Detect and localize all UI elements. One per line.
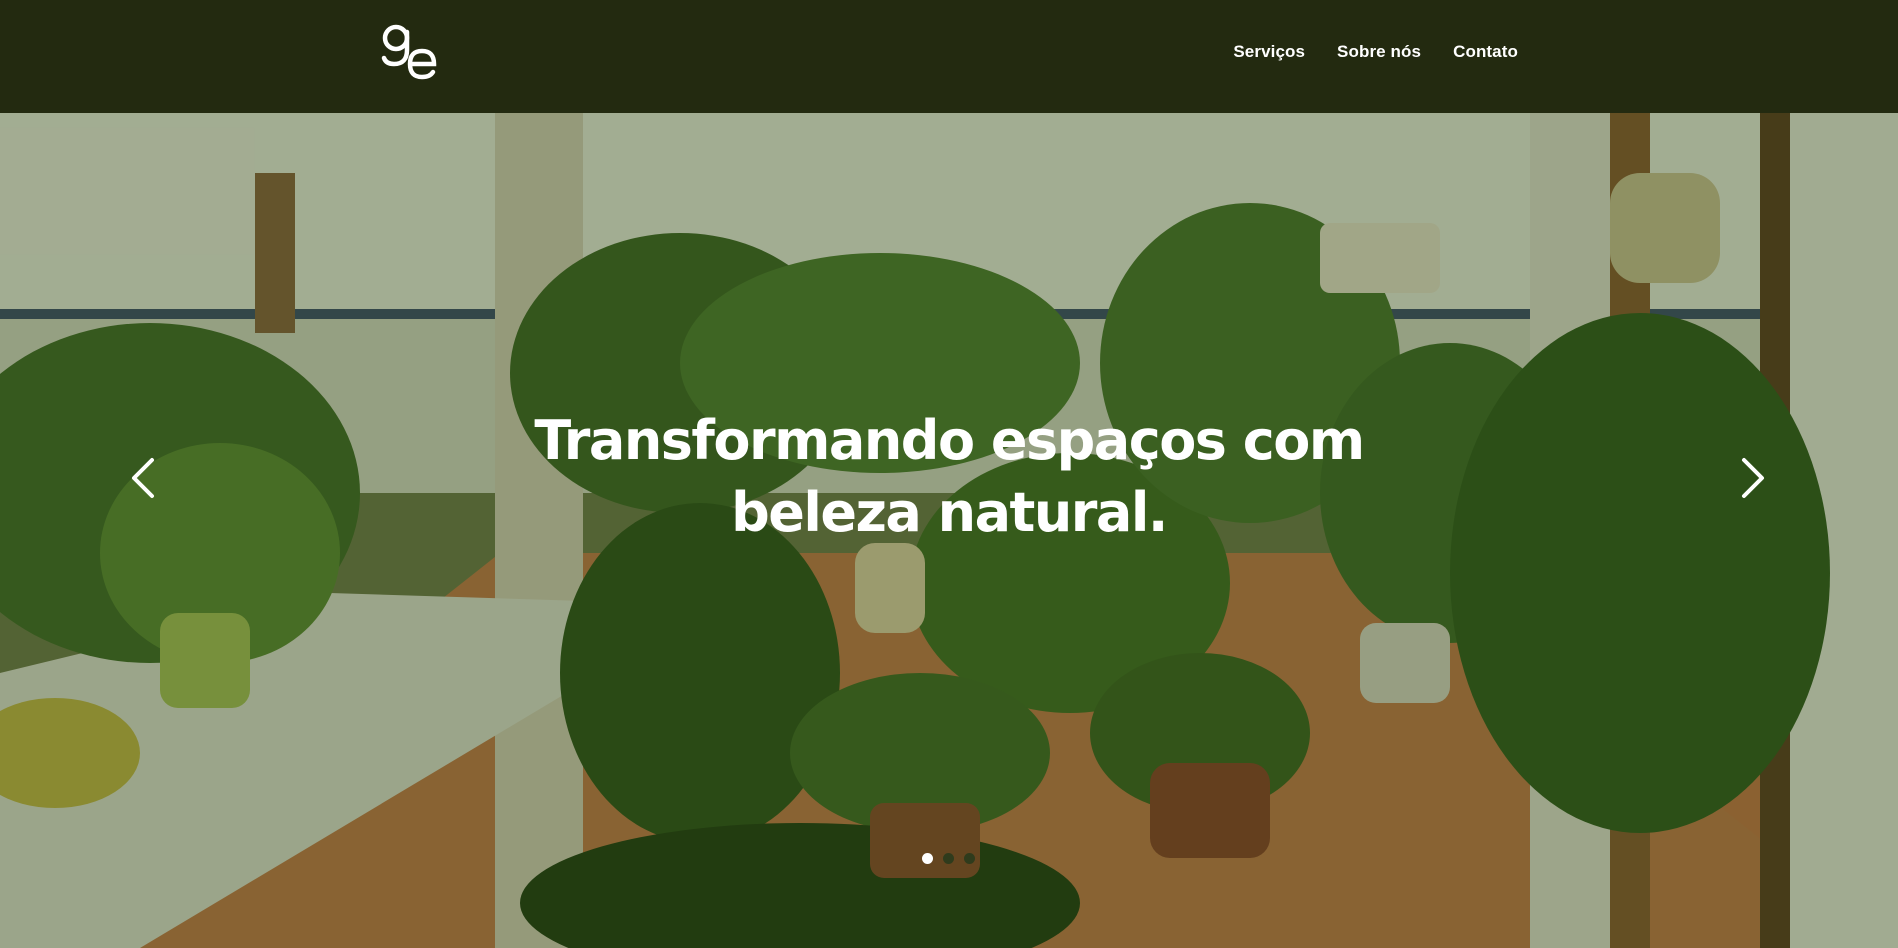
chevron-left-icon: [132, 458, 154, 498]
chevron-right-icon: [1742, 458, 1764, 498]
main-nav: Serviços Sobre nós Contato: [1233, 42, 1518, 62]
carousel-prev-button[interactable]: [122, 448, 166, 508]
hero-carousel: Transformando espaços com beleza natural…: [0, 113, 1898, 948]
carousel-dot-3[interactable]: [964, 853, 975, 864]
carousel-dot-1[interactable]: [922, 853, 933, 864]
navbar: Serviços Sobre nós Contato: [0, 0, 1898, 113]
carousel-dot-2[interactable]: [943, 853, 954, 864]
carousel-next-button[interactable]: [1730, 448, 1774, 508]
ge-monogram-logo: [381, 24, 437, 80]
hero-title: Transformando espaços com beleza natural…: [449, 405, 1449, 549]
carousel-indicators: [922, 853, 975, 864]
logo[interactable]: [380, 20, 440, 86]
nav-link-sobre-nos[interactable]: Sobre nós: [1337, 42, 1421, 62]
nav-link-contato[interactable]: Contato: [1453, 42, 1518, 62]
nav-link-servicos[interactable]: Serviços: [1233, 42, 1305, 62]
hero-title-line-1: Transformando espaços com: [534, 409, 1365, 472]
hero-title-line-2: beleza natural.: [731, 481, 1168, 544]
